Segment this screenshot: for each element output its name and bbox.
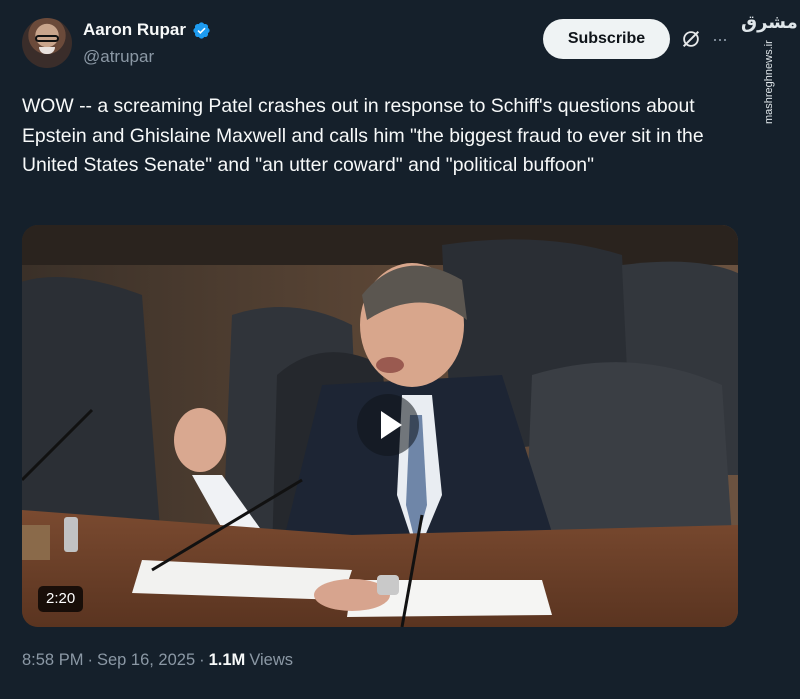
tweet-card: Aaron Rupar @atrupar Subscribe ··· مشرق … (0, 0, 800, 699)
subscribe-button[interactable]: Subscribe (543, 19, 670, 59)
tweet-date[interactable]: Sep 16, 2025 (97, 651, 195, 670)
more-dots-icon[interactable]: ··· (712, 30, 734, 48)
video-player[interactable]: 2:20 (22, 225, 738, 627)
views-label: Views (249, 651, 294, 669)
play-icon[interactable] (356, 393, 420, 457)
avatar-mouth (39, 47, 55, 54)
avatar-glasses (35, 35, 59, 42)
watermark-site: mashreghnews.ir (763, 40, 775, 124)
video-duration-badge: 2:20 (38, 586, 84, 612)
author-display-name[interactable]: Aaron Rupar (83, 20, 186, 40)
avatar[interactable] (22, 18, 72, 68)
tweet-text: WOW -- a screaming Patel crashes out in … (22, 95, 704, 176)
tweet-time[interactable]: 8:58 PM (22, 651, 83, 670)
views-count: 1.1M (208, 651, 246, 669)
watermark-logo: مشرق (741, 12, 798, 33)
meta-separator: · (87, 651, 93, 669)
verified-badge-icon (193, 21, 210, 39)
author-name-row: Aaron Rupar (83, 20, 211, 40)
author-handle[interactable]: @atrupar (83, 47, 154, 67)
meta-separator: · (199, 651, 205, 669)
tweet-meta: 8:58 PM · Sep 16, 2025 · 1.1M Views (22, 651, 293, 670)
grok-icon[interactable] (680, 28, 702, 50)
